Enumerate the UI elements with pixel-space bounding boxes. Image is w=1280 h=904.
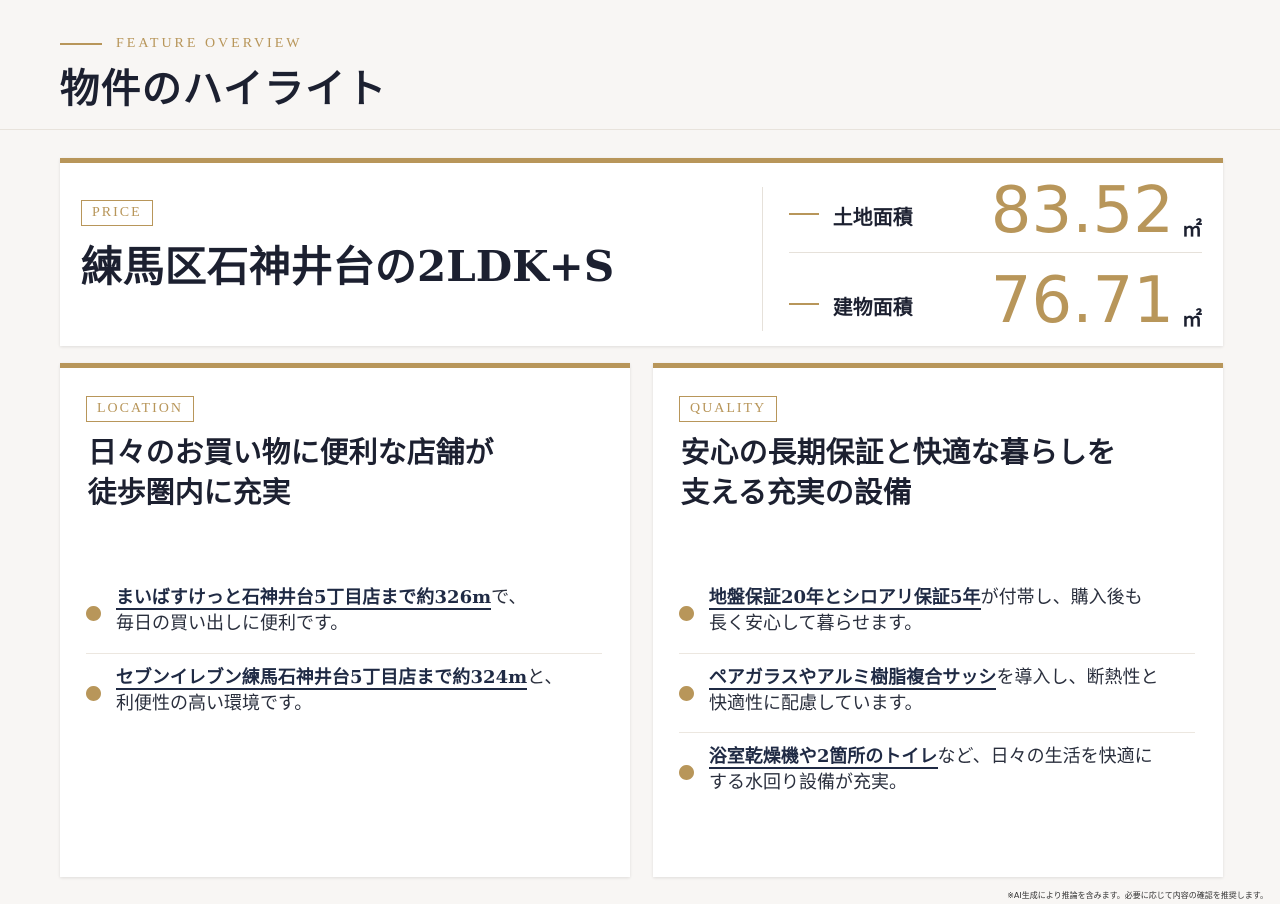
quality-heading: 安心の長期保証と快適な暮らしを 支える充実の設備 <box>681 432 1201 512</box>
eyebrow-rule <box>60 43 102 45</box>
item-text: と、 <box>527 667 563 688</box>
highlight-text: まいばすけっと石神井台5丁目店まで約326m <box>116 587 492 610</box>
heading-line: 徒歩圏内に充実 <box>88 475 292 509</box>
list-item: 地盤保証20年とシロアリ保証5年が付帯し、購入後も 長く安心して暮らせます。 <box>679 574 1195 653</box>
building-area-value: 76.71 <box>990 264 1174 338</box>
property-title: 練馬区石神井台の2LDK+S <box>81 242 615 291</box>
bullet-dot-icon <box>86 686 101 701</box>
item-text: 快適性に配慮しています。 <box>709 693 923 714</box>
land-area-row: 土地面積 83.52 ㎡ <box>789 175 1202 253</box>
bullet-dot-icon <box>679 765 694 780</box>
item-text: が付帯し、購入後も <box>980 587 1143 608</box>
quality-bullets: 地盤保証20年とシロアリ保証5年が付帯し、購入後も 長く安心して暮らせます。 ペ… <box>679 574 1195 811</box>
page-title: 物件のハイライト <box>60 65 388 112</box>
page-header: FEATURE OVERVIEW 物件のハイライト <box>0 0 1280 130</box>
highlight-text: 地盤保証20年とシロアリ保証5年 <box>709 587 981 610</box>
heading-line: 日々のお買い物に便利な店舗が <box>88 435 495 469</box>
list-item: まいばすけっと石神井台5丁目店まで約326mで、 毎日の買い出しに便利です。 <box>86 574 602 653</box>
ai-disclaimer: ※AI生成により推論を含みます。必要に応じて内容の確認を推奨します。 <box>1007 891 1268 900</box>
list-item: 浴室乾燥機や2箇所のトイレなど、日々の生活を快適に する水回り設備が充実。 <box>679 732 1195 811</box>
price-card: PRICE 練馬区石神井台の2LDK+S 土地面積 83.52 ㎡ 建物面積 7… <box>60 158 1223 346</box>
heading-line: 安心の長期保証と快適な暮らしを <box>681 435 1117 469</box>
building-area-unit: ㎡ <box>1182 307 1202 331</box>
building-area-label: 建物面積 <box>833 295 913 319</box>
stat-dash <box>789 303 819 305</box>
eyebrow-text: FEATURE OVERVIEW <box>116 36 303 51</box>
location-card: LOCATION 日々のお買い物に便利な店舗が 徒歩圏内に充実 まいばすけっと石… <box>60 363 630 877</box>
eyebrow: FEATURE OVERVIEW <box>60 34 302 54</box>
list-item: セブンイレブン練馬石神井台5丁目店まで約324mと、 利便性の高い環境です。 <box>86 653 602 732</box>
item-text: 毎日の買い出しに便利です。 <box>116 613 349 634</box>
heading-line: 支える充実の設備 <box>681 475 913 509</box>
highlight-text: ペアガラスやアルミ樹脂複合サッシ <box>709 667 997 690</box>
location-tag: LOCATION <box>86 396 194 422</box>
item-text: 長く安心して暮らせます。 <box>709 613 923 634</box>
location-heading: 日々のお買い物に便利な店舗が 徒歩圏内に充実 <box>88 432 608 512</box>
building-area-row: 建物面積 76.71 ㎡ <box>789 265 1202 343</box>
location-bullets: まいばすけっと石神井台5丁目店まで約326mで、 毎日の買い出しに便利です。 セ… <box>86 574 602 732</box>
price-tag: PRICE <box>81 200 153 226</box>
quality-tag: QUALITY <box>679 396 778 422</box>
divider <box>762 187 763 331</box>
land-area-value: 83.52 <box>990 174 1174 248</box>
highlight-text: 浴室乾燥機や2箇所のトイレ <box>709 746 938 769</box>
item-text: 利便性の高い環境です。 <box>116 693 313 714</box>
item-text: する水回り設備が充実。 <box>709 772 907 793</box>
item-text: を導入し、断熱性と <box>996 667 1159 688</box>
list-item: ペアガラスやアルミ樹脂複合サッシを導入し、断熱性と 快適性に配慮しています。 <box>679 653 1195 732</box>
item-text: など、日々の生活を快適に <box>937 746 1153 767</box>
land-area-unit: ㎡ <box>1182 217 1202 241</box>
quality-card: QUALITY 安心の長期保証と快適な暮らしを 支える充実の設備 地盤保証20年… <box>653 363 1223 877</box>
item-text: で、 <box>491 587 527 608</box>
highlight-text: セブンイレブン練馬石神井台5丁目店まで約324m <box>116 667 528 690</box>
land-area-label: 土地面積 <box>833 205 913 229</box>
stat-dash <box>789 213 819 215</box>
bullet-dot-icon <box>86 606 101 621</box>
bullet-dot-icon <box>679 606 694 621</box>
bullet-dot-icon <box>679 686 694 701</box>
